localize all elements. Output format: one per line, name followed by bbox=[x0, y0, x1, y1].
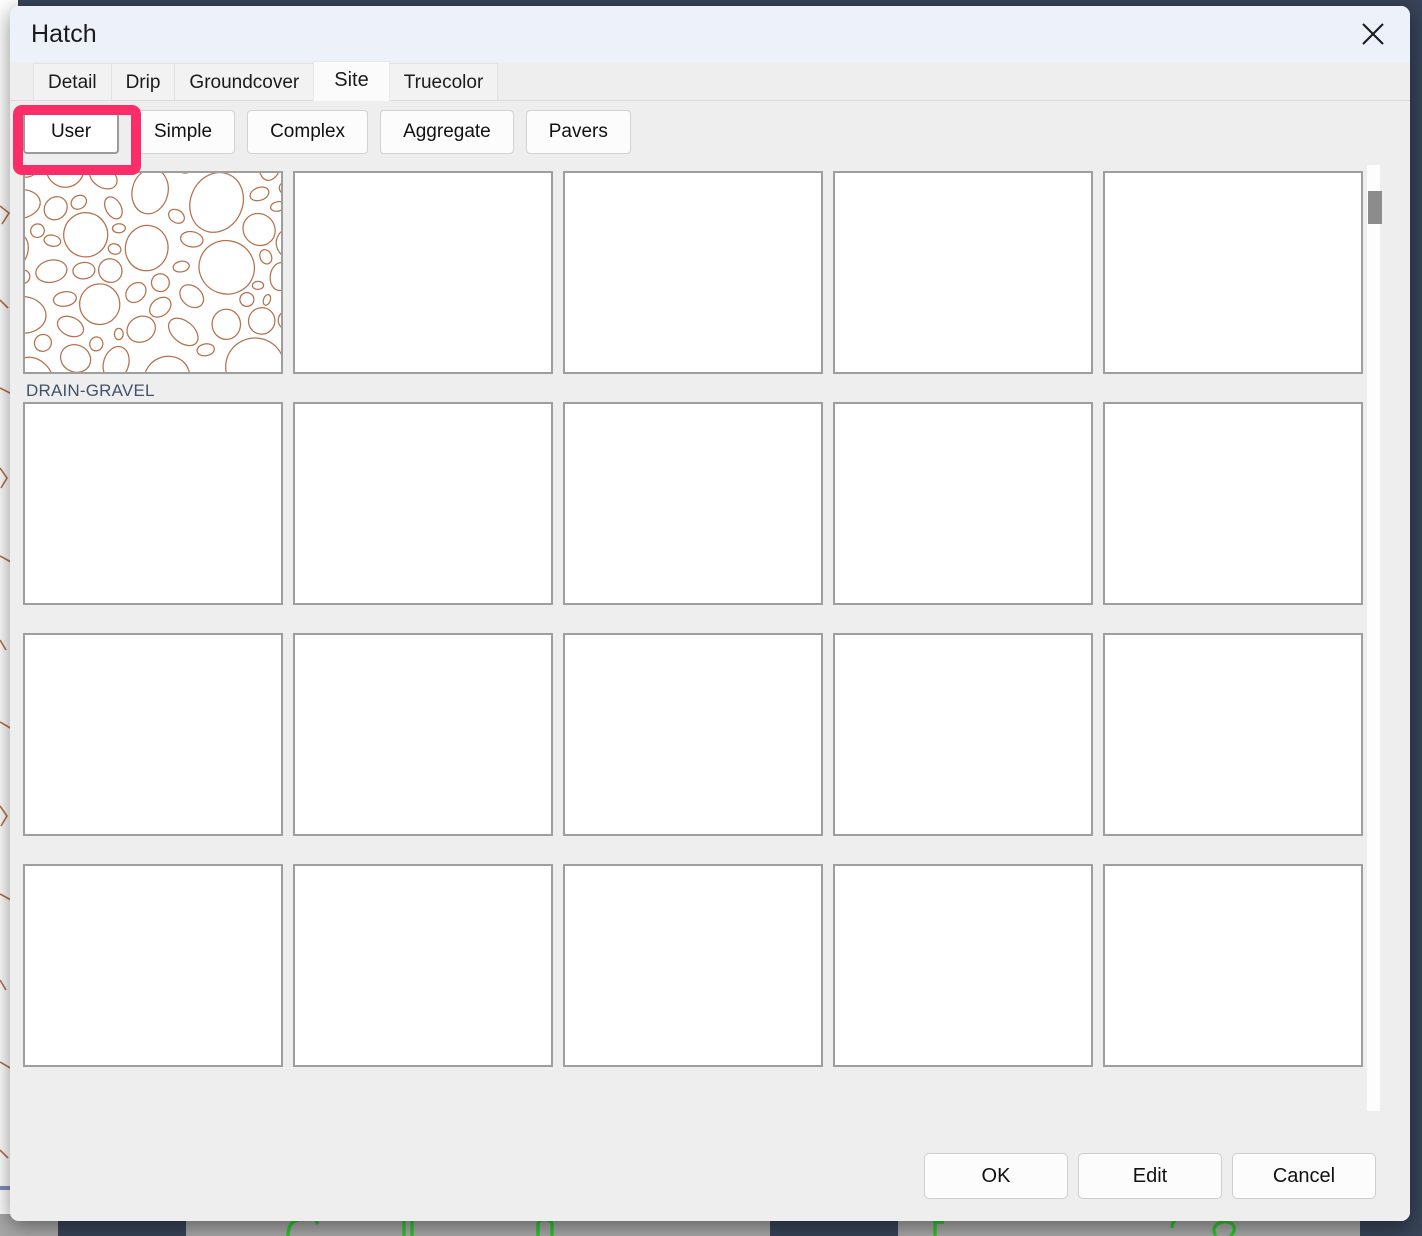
pattern-swatch-empty[interactable] bbox=[293, 864, 553, 1067]
pattern-swatch-empty[interactable] bbox=[23, 633, 283, 836]
scrollbar-thumb[interactable] bbox=[1368, 191, 1382, 224]
pattern-label bbox=[1103, 1067, 1373, 1095]
pattern-cell bbox=[293, 171, 563, 402]
pattern-cell bbox=[1103, 402, 1373, 633]
tab-site[interactable]: Site bbox=[313, 61, 390, 101]
pattern-label bbox=[563, 1067, 833, 1095]
pattern-grid-scrollbar[interactable] bbox=[1367, 165, 1382, 1111]
pattern-label bbox=[1103, 374, 1373, 402]
pattern-cell bbox=[833, 633, 1103, 864]
cancel-button-label: Cancel bbox=[1272, 1164, 1336, 1187]
tab-groundcover[interactable]: Groundcover bbox=[174, 63, 315, 101]
pattern-swatch-filled[interactable] bbox=[23, 171, 283, 374]
pattern-swatch-empty[interactable] bbox=[563, 171, 823, 374]
pattern-cell bbox=[293, 633, 563, 864]
hatch-dialog: Hatch Detail Drip Groundcover Site Truec… bbox=[10, 6, 1410, 1221]
pattern-label: DRAIN-GRAVEL bbox=[26, 381, 155, 400]
pattern-cell bbox=[833, 171, 1103, 402]
edit-button[interactable]: Edit bbox=[1078, 1153, 1222, 1199]
subtab-user-label: User bbox=[50, 121, 92, 142]
pattern-cell bbox=[293, 864, 563, 1095]
tab-truecolor[interactable]: Truecolor bbox=[388, 63, 499, 101]
pattern-swatch-empty[interactable] bbox=[293, 633, 553, 836]
pattern-cell bbox=[1103, 633, 1373, 864]
pattern-label bbox=[23, 836, 293, 864]
subtab-aggregate[interactable]: Aggregate bbox=[380, 110, 514, 154]
category-tabstrip: Detail Drip Groundcover Site Truecolor bbox=[10, 61, 1410, 101]
pattern-cell bbox=[833, 402, 1103, 633]
tab-detail-label: Detail bbox=[48, 71, 97, 93]
tab-detail[interactable]: Detail bbox=[33, 63, 112, 101]
pattern-swatch-empty[interactable] bbox=[833, 171, 1093, 374]
tab-site-label: Site bbox=[334, 69, 369, 91]
pattern-swatch-empty[interactable] bbox=[833, 864, 1093, 1067]
pattern-label bbox=[833, 605, 1103, 633]
pattern-label bbox=[563, 836, 833, 864]
dialog-footer: OK Edit Cancel bbox=[10, 1131, 1410, 1221]
pattern-grid: DRAIN-GRAVEL bbox=[23, 171, 1375, 1095]
pattern-cell bbox=[293, 402, 563, 633]
dialog-titlebar: Hatch bbox=[10, 6, 1410, 62]
tab-drip[interactable]: Drip bbox=[110, 63, 176, 101]
subtab-simple[interactable]: Simple bbox=[131, 110, 236, 154]
subtab-aggregate-label: Aggregate bbox=[403, 121, 491, 142]
subcategory-buttonstrip: User Simple Complex Aggregate Pavers bbox=[10, 101, 1410, 175]
cancel-button[interactable]: Cancel bbox=[1232, 1153, 1376, 1199]
tab-drip-label: Drip bbox=[125, 71, 161, 93]
pattern-swatch-empty[interactable] bbox=[1103, 402, 1363, 605]
pattern-label bbox=[563, 605, 833, 633]
pattern-swatch-empty[interactable] bbox=[23, 864, 283, 1067]
subtab-user-wrap: User bbox=[13, 105, 141, 175]
subtab-complex[interactable]: Complex bbox=[247, 110, 369, 154]
pattern-swatch-empty[interactable] bbox=[293, 171, 553, 374]
ok-button-label: OK bbox=[981, 1164, 1011, 1187]
tab-groundcover-label: Groundcover bbox=[189, 71, 300, 93]
subtab-pavers[interactable]: Pavers bbox=[525, 110, 631, 154]
pattern-cell: DRAIN-GRAVEL bbox=[23, 171, 293, 402]
pattern-swatch-empty[interactable] bbox=[563, 864, 823, 1067]
tab-truecolor-label: Truecolor bbox=[403, 71, 484, 93]
subtab-user[interactable]: User bbox=[23, 110, 119, 154]
subtab-complex-label: Complex bbox=[270, 121, 346, 142]
pattern-label bbox=[833, 374, 1103, 402]
pattern-swatch-empty[interactable] bbox=[833, 402, 1093, 605]
pattern-label bbox=[293, 836, 563, 864]
pattern-cell bbox=[563, 402, 833, 633]
pattern-cell bbox=[23, 864, 293, 1095]
pattern-grid-area: DRAIN-GRAVEL bbox=[10, 163, 1410, 1131]
pattern-swatch-empty[interactable] bbox=[563, 402, 823, 605]
pattern-label bbox=[563, 374, 833, 402]
pattern-swatch-empty[interactable] bbox=[833, 633, 1093, 836]
pattern-label bbox=[833, 1067, 1103, 1095]
pattern-cell bbox=[23, 633, 293, 864]
pattern-cell bbox=[833, 864, 1103, 1095]
pattern-label bbox=[1103, 836, 1373, 864]
pattern-label bbox=[833, 836, 1103, 864]
pattern-swatch-empty[interactable] bbox=[1103, 633, 1363, 836]
pattern-cell bbox=[563, 171, 833, 402]
pattern-cell bbox=[1103, 171, 1373, 402]
pattern-label bbox=[293, 374, 563, 402]
pattern-label bbox=[23, 1067, 293, 1095]
dialog-title: Hatch bbox=[31, 19, 97, 48]
pattern-swatch-empty[interactable] bbox=[1103, 864, 1363, 1067]
subtab-pavers-label: Pavers bbox=[548, 121, 608, 142]
pattern-swatch-empty[interactable] bbox=[293, 402, 553, 605]
pattern-swatch-empty[interactable] bbox=[563, 633, 823, 836]
close-icon[interactable] bbox=[1336, 6, 1410, 62]
pattern-label bbox=[293, 605, 563, 633]
pattern-cell bbox=[23, 402, 293, 633]
edit-button-label: Edit bbox=[1132, 1164, 1168, 1187]
pattern-swatch-empty[interactable] bbox=[1103, 171, 1363, 374]
pattern-label bbox=[293, 1067, 563, 1095]
pattern-cell bbox=[563, 864, 833, 1095]
pattern-cell bbox=[563, 633, 833, 864]
pattern-label bbox=[23, 605, 293, 633]
pattern-label bbox=[1103, 605, 1373, 633]
pattern-swatch-empty[interactable] bbox=[23, 402, 283, 605]
ok-button[interactable]: OK bbox=[924, 1153, 1068, 1199]
subtab-simple-label: Simple bbox=[154, 121, 213, 142]
pattern-cell bbox=[1103, 864, 1373, 1095]
